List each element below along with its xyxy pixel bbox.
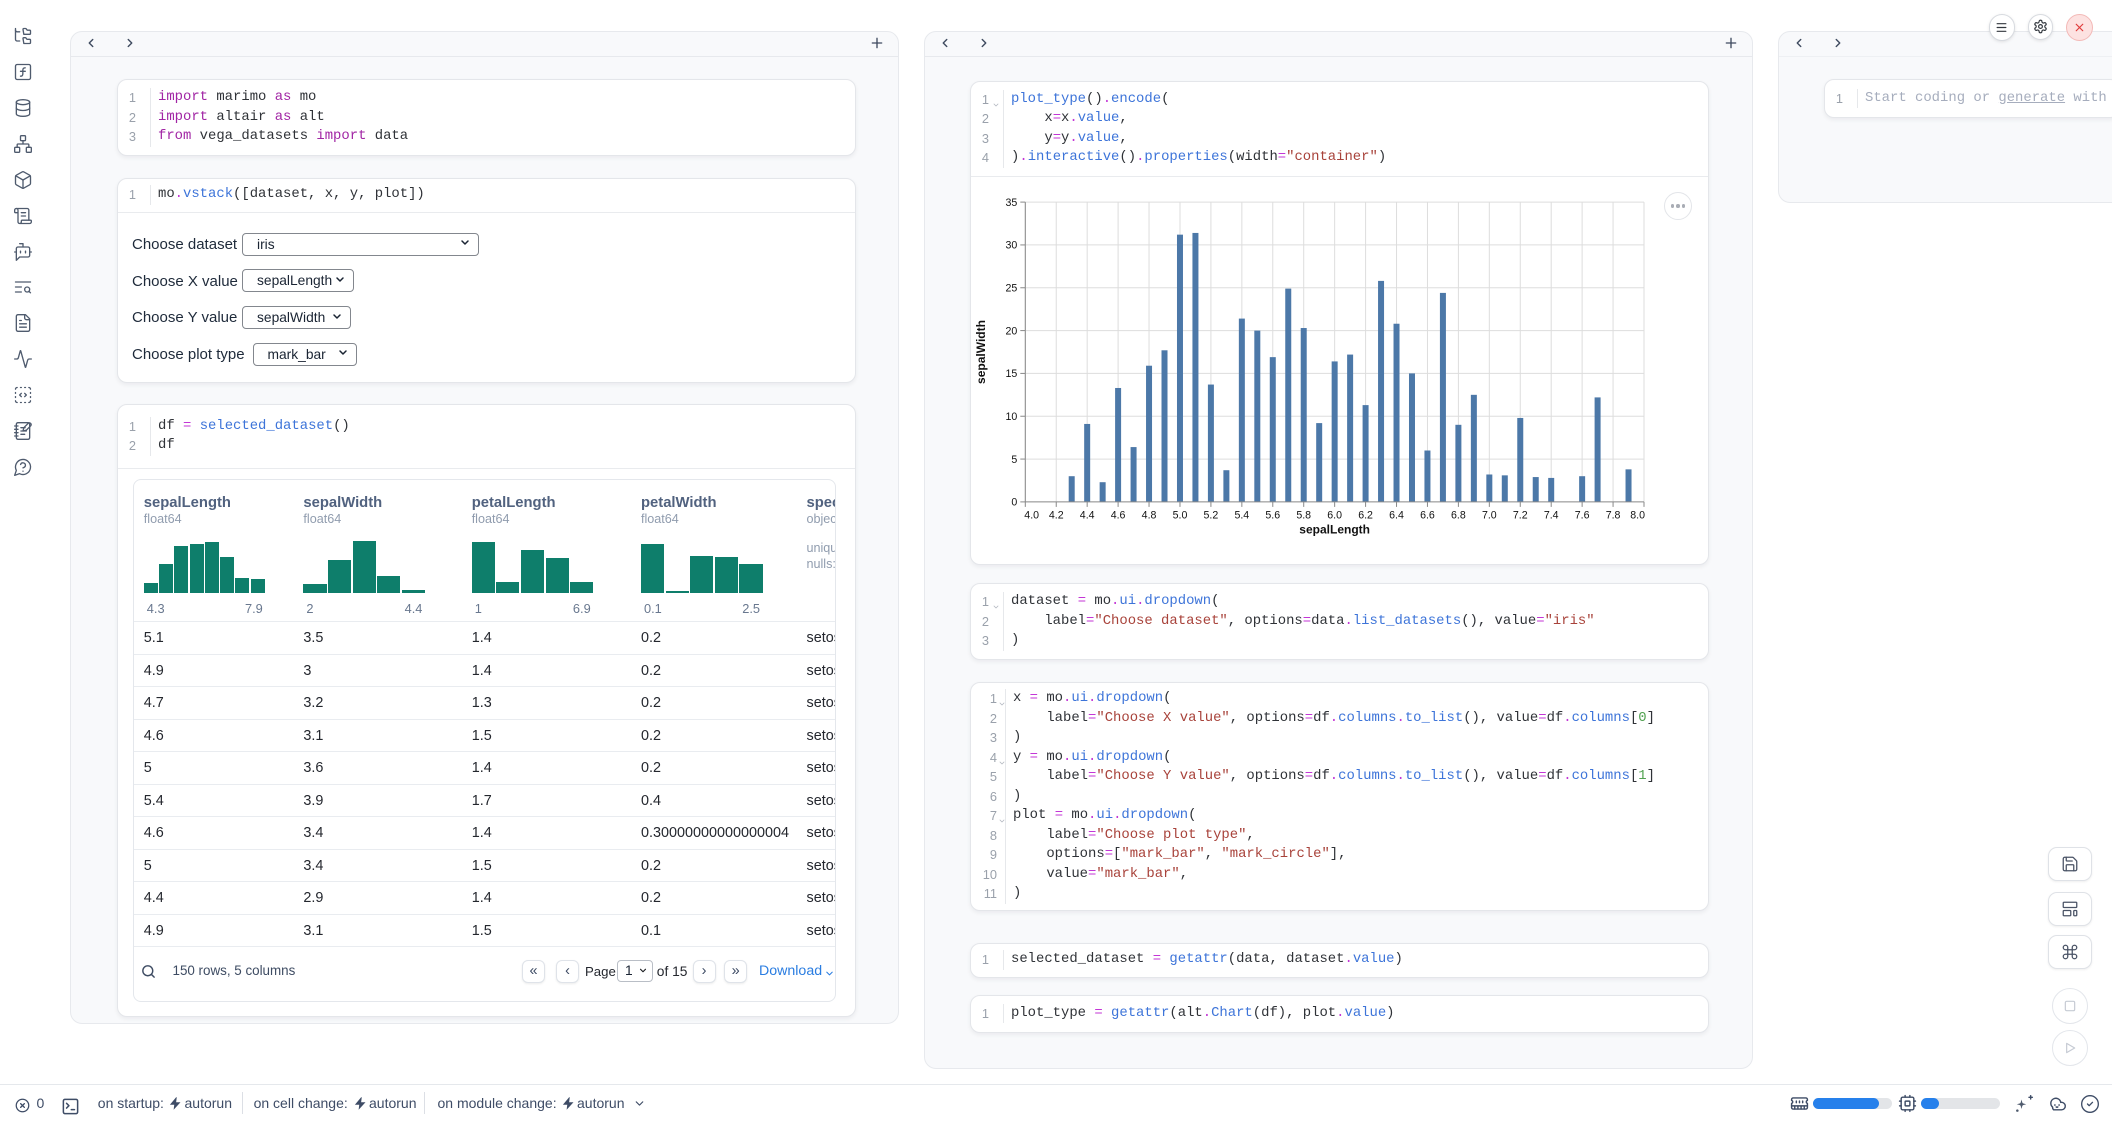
svg-text:6.6: 6.6: [1420, 509, 1435, 521]
svg-text:15: 15: [1006, 368, 1018, 380]
svg-text:35: 35: [1006, 197, 1018, 209]
svg-text:4.6: 4.6: [1111, 509, 1126, 521]
svg-text:6.0: 6.0: [1327, 509, 1342, 521]
svg-text:5.0: 5.0: [1173, 509, 1188, 521]
svg-text:6.8: 6.8: [1451, 509, 1466, 521]
svg-text:7.2: 7.2: [1513, 509, 1528, 521]
svg-text:20: 20: [1006, 325, 1018, 337]
svg-text:5.6: 5.6: [1265, 509, 1280, 521]
svg-text:4.4: 4.4: [1080, 509, 1095, 521]
svg-text:4.8: 4.8: [1142, 509, 1157, 521]
svg-text:5.4: 5.4: [1234, 509, 1249, 521]
svg-text:7.4: 7.4: [1544, 509, 1559, 521]
svg-text:6.2: 6.2: [1358, 509, 1373, 521]
svg-text:5: 5: [1011, 454, 1017, 466]
svg-text:4.0: 4.0: [1024, 509, 1039, 521]
svg-text:30: 30: [1006, 240, 1018, 252]
svg-text:7.8: 7.8: [1606, 509, 1621, 521]
svg-text:sepalWidth: sepalWidth: [974, 320, 988, 384]
svg-text:5.2: 5.2: [1204, 509, 1219, 521]
svg-text:7.6: 7.6: [1575, 509, 1590, 521]
svg-text:25: 25: [1006, 283, 1018, 295]
svg-text:10: 10: [1006, 411, 1018, 423]
svg-text:6.4: 6.4: [1389, 509, 1404, 521]
svg-text:sepalLength: sepalLength: [1299, 523, 1370, 537]
svg-text:8.0: 8.0: [1630, 509, 1645, 521]
svg-text:7.0: 7.0: [1482, 509, 1497, 521]
svg-text:5.8: 5.8: [1296, 509, 1311, 521]
svg-text:0: 0: [1011, 497, 1017, 509]
svg-text:4.2: 4.2: [1049, 509, 1064, 521]
